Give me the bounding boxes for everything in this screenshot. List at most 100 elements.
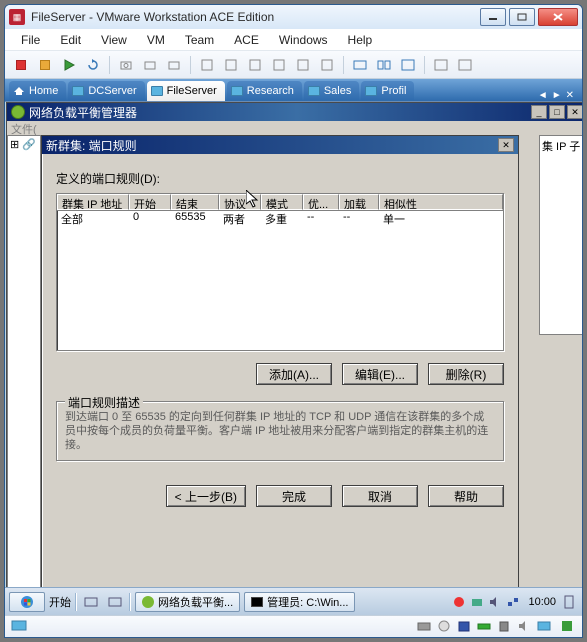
menu-windows[interactable]: Windows: [271, 31, 336, 49]
nlb-manager-window: 网络负载平衡管理器 _ □ ✕ 文件( ⊞ 🔗 集 IP 子 日志项 新群集: …: [6, 102, 582, 615]
fullscreen-button[interactable]: [398, 55, 418, 75]
manage-button[interactable]: [164, 55, 184, 75]
tab-home[interactable]: Home: [9, 81, 66, 101]
vmware-icon: ▦: [9, 9, 25, 25]
t2-button[interactable]: [221, 55, 241, 75]
tab-research[interactable]: Research: [227, 81, 302, 101]
remove-button[interactable]: 删除(R): [428, 363, 504, 385]
window-title: FileServer - VMware Workstation ACE Edit…: [31, 10, 477, 24]
col-mode[interactable]: 模式: [261, 194, 303, 210]
menu-ace[interactable]: ACE: [226, 31, 267, 49]
defined-rules-label: 定义的端口规则(D):: [56, 170, 504, 187]
col-start[interactable]: 开始: [129, 194, 171, 210]
separator: [343, 56, 344, 74]
separator: [75, 593, 77, 611]
device-nic-icon[interactable]: [476, 619, 492, 635]
tray-volume-icon[interactable]: [488, 595, 502, 609]
tab-close[interactable]: ✕: [566, 90, 574, 101]
col-cluster-ip[interactable]: 群集 IP 地址: [57, 194, 129, 210]
quick-launch-2[interactable]: [105, 592, 125, 612]
separator: [129, 593, 131, 611]
nlb-maximize-button[interactable]: □: [549, 105, 565, 119]
console-button[interactable]: [455, 55, 475, 75]
tab-next[interactable]: ►: [552, 90, 562, 101]
taskbar-app-cmd[interactable]: 管理员: C:\Win...: [244, 592, 355, 612]
start-text: 开始: [49, 594, 71, 610]
separator: [424, 56, 425, 74]
v2-button[interactable]: [374, 55, 394, 75]
tray-network-icon[interactable]: [506, 595, 520, 609]
tree-panel[interactable]: ⊞ 🔗: [7, 135, 41, 615]
device-hdd-icon[interactable]: [416, 619, 432, 635]
menu-file[interactable]: File: [13, 31, 48, 49]
v1-button[interactable]: [350, 55, 370, 75]
t3-button[interactable]: [245, 55, 265, 75]
tray-icon-1[interactable]: [452, 595, 466, 609]
port-rules-dialog: 新群集: 端口规则 ✕ 定义的端口规则(D): 群集 IP 地址 开始 结束 协…: [41, 135, 519, 601]
t1-button[interactable]: [197, 55, 217, 75]
col-priority[interactable]: 优...: [303, 194, 339, 210]
snapshot-button[interactable]: [116, 55, 136, 75]
power-off-button[interactable]: [11, 55, 31, 75]
power-on-button[interactable]: [59, 55, 79, 75]
suspend-button[interactable]: [35, 55, 55, 75]
device-sound-icon[interactable]: [516, 619, 532, 635]
status-vm-icon: [11, 619, 27, 635]
help-button[interactable]: 帮助: [428, 485, 504, 507]
menu-edit[interactable]: Edit: [52, 31, 89, 49]
rule-desc-legend: 端口规则描述: [65, 394, 143, 411]
start-button[interactable]: [9, 592, 45, 612]
col-protocol[interactable]: 协议: [219, 194, 261, 210]
revert-button[interactable]: [140, 55, 160, 75]
tray-icon-2[interactable]: [470, 595, 484, 609]
nlb-close-button[interactable]: ✕: [567, 105, 582, 119]
monitor-icon: [72, 86, 84, 96]
table-row[interactable]: 全部 0 65535 两者 多重 -- -- 单一: [57, 211, 503, 226]
tab-profil[interactable]: Profil: [361, 81, 414, 101]
menu-team[interactable]: Team: [177, 31, 222, 49]
quick-launch-1[interactable]: [81, 592, 101, 612]
menu-view[interactable]: View: [93, 31, 135, 49]
home-icon: [13, 86, 25, 96]
cancel-button[interactable]: 取消: [342, 485, 418, 507]
maximize-button[interactable]: [509, 8, 535, 26]
t6-button[interactable]: [317, 55, 337, 75]
device-display-icon[interactable]: [536, 619, 552, 635]
nlb-icon: [11, 105, 25, 119]
back-button[interactable]: < 上一步(B): [166, 485, 246, 507]
nlb-icon: [142, 596, 154, 608]
t5-button[interactable]: [293, 55, 313, 75]
tab-dcserver[interactable]: DCServer: [68, 81, 144, 101]
nlb-minimize-button[interactable]: _: [531, 105, 547, 119]
menu-help[interactable]: Help: [340, 31, 381, 49]
col-load[interactable]: 加载: [339, 194, 379, 210]
taskbar-clock[interactable]: 10:00: [524, 596, 560, 608]
minimize-button[interactable]: [480, 8, 506, 26]
tab-sales[interactable]: Sales: [304, 81, 360, 101]
edit-button[interactable]: 编辑(E)...: [342, 363, 418, 385]
taskbar-app-nlb[interactable]: 网络负载平衡...: [135, 592, 240, 612]
col-end[interactable]: 结束: [171, 194, 219, 210]
tab-prev[interactable]: ◄: [538, 90, 548, 101]
close-button[interactable]: [538, 8, 578, 26]
t4-button[interactable]: [269, 55, 289, 75]
device-cd-icon[interactable]: [436, 619, 452, 635]
device-floppy-icon[interactable]: [456, 619, 472, 635]
vm-running-icon: [560, 619, 576, 635]
reset-button[interactable]: [83, 55, 103, 75]
unity-button[interactable]: [431, 55, 451, 75]
cmd-icon: [251, 597, 263, 607]
col-affinity[interactable]: 相似性: [379, 194, 503, 210]
port-rules-list[interactable]: 群集 IP 地址 开始 结束 协议 模式 优... 加载 相似性 全部 0 65…: [56, 193, 504, 351]
dialog-title: 新群集: 端口规则: [46, 137, 137, 154]
device-usb-icon[interactable]: [496, 619, 512, 635]
finish-button[interactable]: 完成: [256, 485, 332, 507]
monitor-icon: [365, 86, 377, 96]
menu-vm[interactable]: VM: [139, 31, 173, 49]
add-button[interactable]: 添加(A)...: [256, 363, 332, 385]
show-desktop-button[interactable]: [564, 595, 578, 609]
dialog-close-button[interactable]: ✕: [498, 138, 514, 152]
tab-fileserver[interactable]: FileServer: [147, 81, 225, 101]
nlb-menu-file[interactable]: 文件(: [7, 121, 582, 135]
right-ip-panel: 集 IP 子: [539, 135, 582, 335]
